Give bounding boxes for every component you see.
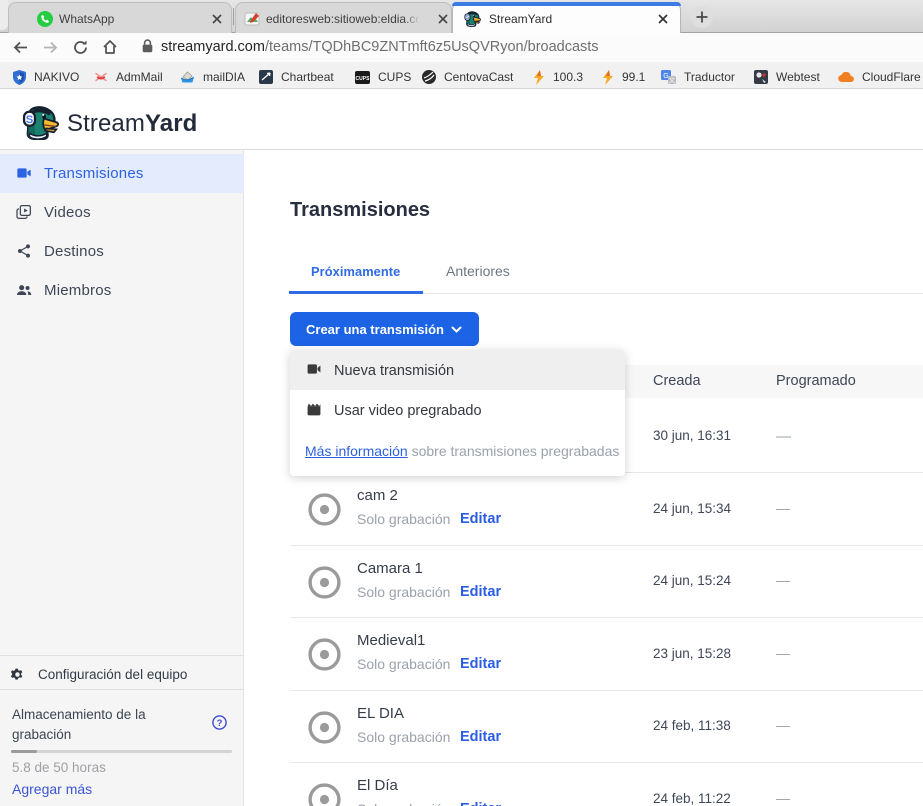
svg-text:CUPS: CUPS <box>356 76 370 82</box>
svg-text:?: ? <box>217 718 223 729</box>
svg-text:G: G <box>663 73 668 80</box>
svg-text:文: 文 <box>669 76 675 84</box>
